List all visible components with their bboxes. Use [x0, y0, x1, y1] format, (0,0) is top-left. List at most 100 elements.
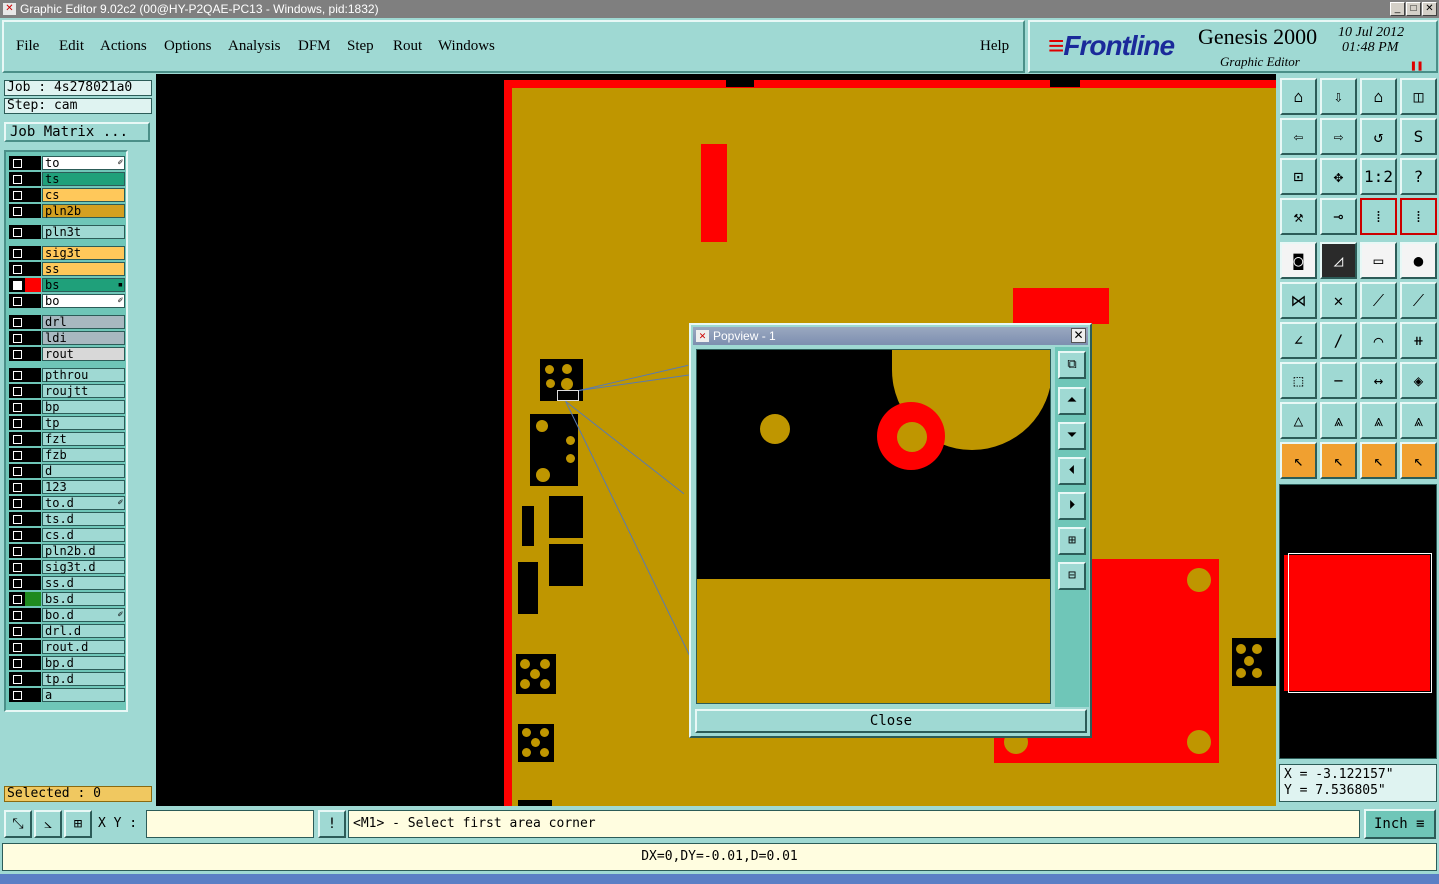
menu-help[interactable]: Help: [980, 38, 1009, 55]
menu-dfm[interactable]: DFM: [298, 38, 331, 55]
drc-icon[interactable]: ⁞: [1360, 198, 1397, 235]
layer-color-swatch[interactable]: [25, 432, 41, 446]
layer-name[interactable]: roujtt: [42, 384, 125, 398]
shapes-icon[interactable]: ◈: [1400, 362, 1437, 399]
layer-row[interactable]: ts: [9, 172, 125, 186]
layer-row[interactable]: pln2b.d: [9, 544, 125, 558]
layer-checkbox[interactable]: [9, 464, 25, 478]
layer-row[interactable]: drl.d: [9, 624, 125, 638]
layer-name[interactable]: rout: [42, 347, 125, 361]
layer-row[interactable]: d: [9, 464, 125, 478]
layer-color-swatch[interactable]: [25, 528, 41, 542]
scale-icon[interactable]: 1:2: [1360, 158, 1397, 195]
layer-checkbox[interactable]: [9, 156, 25, 170]
pause-icon[interactable]: ❚❚: [1410, 59, 1423, 72]
layer-color-swatch[interactable]: [25, 400, 41, 414]
pan-left-icon[interactable]: ⏴: [1058, 457, 1086, 485]
layer-color-swatch[interactable]: [25, 246, 41, 260]
close-window-button[interactable]: ✕: [1422, 2, 1437, 16]
layer-checkbox[interactable]: [9, 262, 25, 276]
layer-checkbox[interactable]: [9, 225, 25, 239]
layer-row[interactable]: tp.d: [9, 672, 125, 686]
layer-color-swatch[interactable]: [25, 331, 41, 345]
layer-color-swatch[interactable]: [25, 464, 41, 478]
layer-name[interactable]: to ✐: [42, 156, 125, 170]
layer-name[interactable]: fzb: [42, 448, 125, 462]
triangle2-icon[interactable]: ⩓: [1320, 402, 1357, 439]
popview-canvas[interactable]: [696, 349, 1051, 704]
maximize-button[interactable]: □: [1406, 2, 1421, 16]
layer-checkbox[interactable]: [9, 480, 25, 494]
layer-row[interactable]: pln2b: [9, 204, 125, 218]
cross-icon[interactable]: ✕: [1320, 282, 1357, 319]
popview-close-button[interactable]: Close: [695, 709, 1087, 733]
layer-name[interactable]: tp: [42, 416, 125, 430]
minus-icon[interactable]: −: [1320, 362, 1357, 399]
layer-row[interactable]: cs: [9, 188, 125, 202]
layer-color-swatch[interactable]: [25, 688, 41, 702]
layer-checkbox[interactable]: [9, 384, 25, 398]
layer-row[interactable]: pln3t: [9, 225, 125, 239]
pad-move-icon[interactable]: ⬚: [1280, 362, 1317, 399]
layer-name[interactable]: a: [42, 688, 125, 702]
info-icon[interactable]: !: [318, 810, 346, 838]
layer-name[interactable]: pln2b.d: [42, 544, 125, 558]
layer-checkbox[interactable]: [9, 448, 25, 462]
layer-row[interactable]: fzt: [9, 432, 125, 446]
layer-row[interactable]: bp.d: [9, 656, 125, 670]
split-view-icon[interactable]: ◫: [1400, 78, 1437, 115]
layer-name[interactable]: ts.d: [42, 512, 125, 526]
layer-color-swatch[interactable]: [25, 225, 41, 239]
layer-checkbox[interactable]: [9, 347, 25, 361]
popview-zoom-button[interactable]: ⧉: [1058, 351, 1086, 379]
layer-checkbox[interactable]: [9, 400, 25, 414]
layer-name[interactable]: drl.d: [42, 624, 125, 638]
layer-row[interactable]: bs ▪: [9, 278, 125, 292]
span-icon[interactable]: ↔: [1360, 362, 1397, 399]
popview-titlebar[interactable]: ✕ Popview - 1 ✕: [693, 327, 1088, 345]
slash-icon[interactable]: /: [1320, 322, 1357, 359]
layer-row[interactable]: sig3t.d: [9, 560, 125, 574]
layer-name[interactable]: bs.d: [42, 592, 125, 606]
pointer-net-icon[interactable]: ↖: [1400, 442, 1437, 479]
menu-actions[interactable]: Actions: [100, 38, 147, 55]
layer-row[interactable]: cs.d: [9, 528, 125, 542]
layer-row[interactable]: to.d ✐: [9, 496, 125, 510]
layer-checkbox[interactable]: [9, 576, 25, 590]
layer-name[interactable]: bo ✐: [42, 294, 125, 308]
layer-row[interactable]: a: [9, 688, 125, 702]
menu-analysis[interactable]: Analysis: [228, 38, 281, 55]
zoom-fit-icon[interactable]: ⊡: [1280, 158, 1317, 195]
close-icon[interactable]: ✕: [1071, 328, 1086, 343]
layer-name[interactable]: bp.d: [42, 656, 125, 670]
layer-color-swatch[interactable]: [25, 592, 41, 606]
layer-row[interactable]: rout.d: [9, 640, 125, 654]
layer-color-swatch[interactable]: [25, 278, 41, 292]
zoom-in-icon[interactable]: ⊞: [1058, 527, 1086, 555]
tools-icon[interactable]: ⚒: [1280, 198, 1317, 235]
layer-checkbox[interactable]: [9, 672, 25, 686]
layer-checkbox[interactable]: [9, 624, 25, 638]
job-matrix-button[interactable]: Job Matrix ...: [4, 122, 150, 142]
layer-color-swatch[interactable]: [25, 672, 41, 686]
route-icon[interactable]: ⧺: [1400, 322, 1437, 359]
layer-checkbox[interactable]: [9, 416, 25, 430]
layer-checkbox[interactable]: [9, 592, 25, 606]
layer-name[interactable]: sig3t: [42, 246, 125, 260]
select-pad-icon[interactable]: ◙: [1280, 242, 1317, 279]
layer-color-swatch[interactable]: [25, 480, 41, 494]
layer-name[interactable]: cs.d: [42, 528, 125, 542]
layer-checkbox[interactable]: [9, 278, 25, 292]
grid-icon[interactable]: ⊞: [64, 810, 92, 838]
layer-row[interactable]: tp: [9, 416, 125, 430]
layer-name[interactable]: ss: [42, 262, 125, 276]
layer-row[interactable]: sig3t: [9, 246, 125, 260]
layer-name[interactable]: to.d ✐: [42, 496, 125, 510]
layer-color-swatch[interactable]: [25, 156, 41, 170]
layer-name[interactable]: 123: [42, 480, 125, 494]
layer-checkbox[interactable]: [9, 204, 25, 218]
layer-checkbox[interactable]: [9, 331, 25, 345]
layer-checkbox[interactable]: [9, 294, 25, 308]
layer-color-swatch[interactable]: [25, 544, 41, 558]
layer-name[interactable]: cs: [42, 188, 125, 202]
